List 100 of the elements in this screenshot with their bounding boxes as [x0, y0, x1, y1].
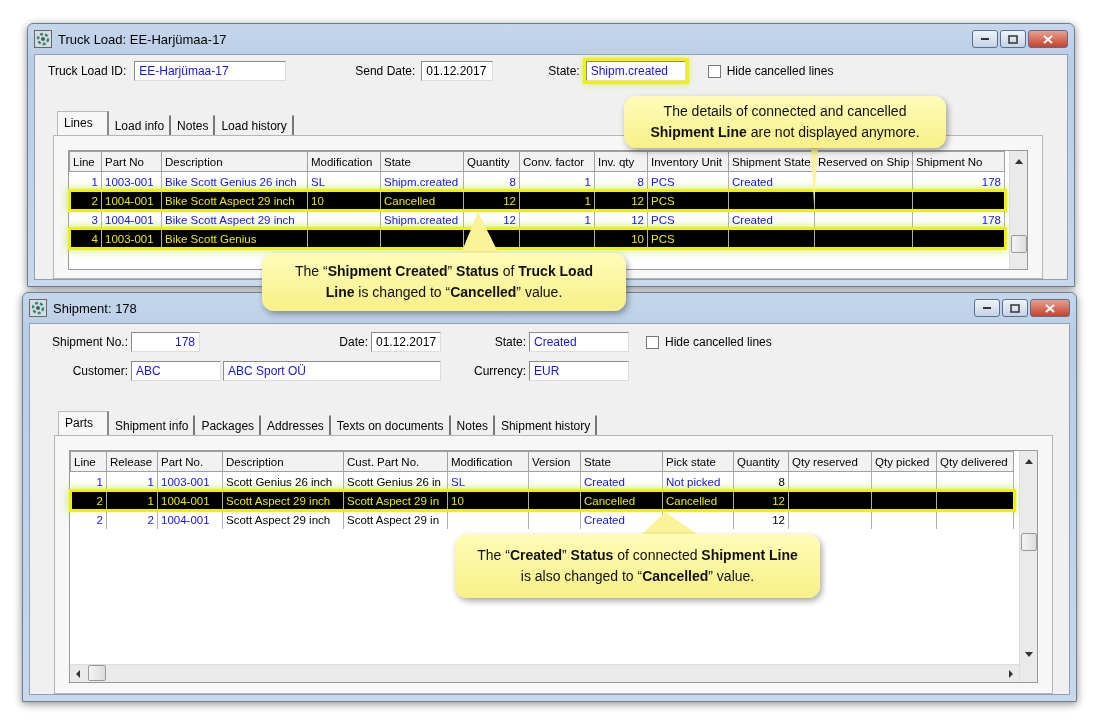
vertical-scrollbar[interactable]: [1009, 151, 1027, 269]
date-field[interactable]: 01.12.2017: [371, 332, 441, 352]
table-cell: 12: [733, 510, 789, 529]
table-cell: Bike Scott Genius: [161, 229, 308, 248]
column-header[interactable]: Description: [161, 151, 308, 172]
column-header[interactable]: Line: [70, 451, 107, 472]
column-header[interactable]: Reserved on Ship: [814, 151, 913, 172]
minimize-button[interactable]: [972, 30, 998, 48]
table-cell: Scott Aspect 29 inch: [222, 510, 344, 529]
field-label: Shipment No.:: [51, 335, 128, 349]
scroll-right-icon[interactable]: [1007, 669, 1015, 678]
scroll-thumb[interactable]: [1020, 533, 1037, 551]
horizontal-scrollbar[interactable]: [70, 664, 1019, 682]
field-label: State:: [548, 64, 580, 78]
column-header[interactable]: Qty picked: [871, 451, 937, 472]
maximize-button[interactable]: [1000, 30, 1026, 48]
shipment-number-field[interactable]: 178: [131, 332, 200, 352]
maximize-button[interactable]: [1002, 299, 1028, 317]
field-label: Customer:: [72, 364, 128, 378]
field-label: Date:: [339, 335, 368, 349]
window-title: Truck Load: EE-Harjümaa-17: [58, 31, 227, 47]
column-header[interactable]: Inventory Unit: [647, 151, 729, 172]
customer-name-field[interactable]: ABC Sport OÜ: [223, 361, 441, 381]
close-button[interactable]: [1028, 30, 1068, 48]
minimize-icon: [983, 307, 991, 309]
scroll-up-icon[interactable]: [1024, 458, 1033, 464]
table-cell: 4: [69, 229, 102, 248]
app-icon: [29, 299, 47, 317]
scroll-thumb[interactable]: [1010, 235, 1027, 253]
table-cell: 1003-001: [101, 229, 162, 248]
callout: The details of connected and cancelled Shipment Line are not displayed anymore.: [624, 96, 946, 148]
checkbox-label: Hide cancelled lines: [665, 335, 772, 349]
field-label: Send Date:: [355, 64, 416, 78]
minimize-button[interactable]: [974, 299, 1000, 317]
column-header[interactable]: Description: [222, 451, 344, 472]
scroll-thumb[interactable]: [88, 665, 106, 681]
table-cell: 1: [519, 191, 595, 210]
table-cell: 2: [106, 510, 158, 529]
close-icon: [1045, 303, 1055, 313]
column-header[interactable]: Part No: [101, 151, 162, 172]
state-field[interactable]: Created: [529, 332, 629, 352]
table-cell: 2: [69, 191, 102, 210]
table-cell: Scott Aspect 29 in: [343, 491, 448, 510]
checkbox-label: Hide cancelled lines: [726, 64, 834, 78]
tab[interactable]: Parts: [58, 411, 109, 436]
send-date-field[interactable]: 01.12.2017: [421, 61, 494, 81]
column-header[interactable]: Line: [69, 151, 102, 172]
table-row[interactable]: 2 1004-001 Bike Scott Aspect 29 inch 10 Cancelled 12 1 12 PCS: [69, 191, 1005, 210]
currency-field[interactable]: EUR: [529, 361, 629, 381]
table-cell: Scott Aspect 29 inch: [222, 491, 344, 510]
column-header[interactable]: Qty reserved: [788, 451, 872, 472]
table-cell: 12: [733, 491, 789, 510]
table-row[interactable]: 2 1 1004-001 Scott Aspect 29 inch Scott Aspect 29 in 10 Cancelled Cancelled 12: [70, 491, 1014, 510]
column-header[interactable]: Version: [528, 451, 581, 472]
column-header[interactable]: Quantity: [733, 451, 789, 472]
table-cell: Bike Scott Aspect 29 inch: [161, 191, 308, 210]
minimize-icon: [981, 38, 989, 40]
column-header[interactable]: Shipment State: [728, 151, 815, 172]
window-title: Shipment: 178: [53, 300, 137, 316]
close-button[interactable]: [1030, 299, 1070, 317]
column-header[interactable]: Modification: [447, 451, 529, 472]
field-label: Truck Load ID:: [48, 64, 127, 78]
truck-load-id-field[interactable]: EE-Harjümaa-17: [134, 61, 287, 81]
table-cell: Cancelled: [662, 491, 734, 510]
tab[interactable]: Lines: [57, 111, 109, 136]
checkbox[interactable]: [646, 335, 659, 349]
table-row[interactable]: 4 1003-001 Bike Scott Genius 10 PCS: [69, 229, 1005, 248]
table-cell: 1004-001: [157, 491, 223, 510]
table-cell: Scott Aspect 29 in: [343, 510, 448, 529]
checkbox[interactable]: [707, 64, 721, 78]
app-icon: [34, 30, 52, 48]
table-cell: PCS: [647, 229, 729, 248]
column-header[interactable]: Pick state: [662, 451, 734, 472]
column-header[interactable]: Qty delivered: [936, 451, 1014, 472]
column-header[interactable]: Part No.: [157, 451, 223, 472]
column-header[interactable]: Cust. Part No.: [343, 451, 448, 472]
field-label: State:: [494, 335, 526, 349]
column-header[interactable]: State: [380, 151, 464, 172]
vertical-scrollbar[interactable]: [1019, 451, 1037, 682]
table-cell: 10: [307, 191, 381, 210]
customer-code-field[interactable]: ABC: [131, 361, 221, 381]
column-header[interactable]: Inv. qty: [594, 151, 648, 172]
column-header[interactable]: Conv. factor: [519, 151, 595, 172]
table-cell: 1004-001: [157, 510, 223, 529]
column-header[interactable]: Quantity: [463, 151, 520, 172]
table-cell: 2: [70, 510, 107, 529]
close-icon: [1043, 34, 1053, 44]
table-cell: Cancelled: [580, 491, 663, 510]
table-cell: 1: [106, 491, 158, 510]
column-header[interactable]: Modification: [307, 151, 381, 172]
scroll-left-icon[interactable]: [74, 669, 82, 678]
field-label: Currency:: [474, 364, 526, 378]
state-field[interactable]: Shipm.created: [585, 61, 686, 81]
column-header[interactable]: Shipment No: [912, 151, 1005, 172]
column-header[interactable]: Release: [106, 451, 158, 472]
scroll-down-icon[interactable]: [1024, 652, 1033, 658]
table-cell: 12: [594, 191, 648, 210]
scroll-up-icon[interactable]: [1014, 158, 1023, 164]
column-header[interactable]: State: [580, 451, 663, 472]
table-cell: 10: [594, 229, 648, 248]
